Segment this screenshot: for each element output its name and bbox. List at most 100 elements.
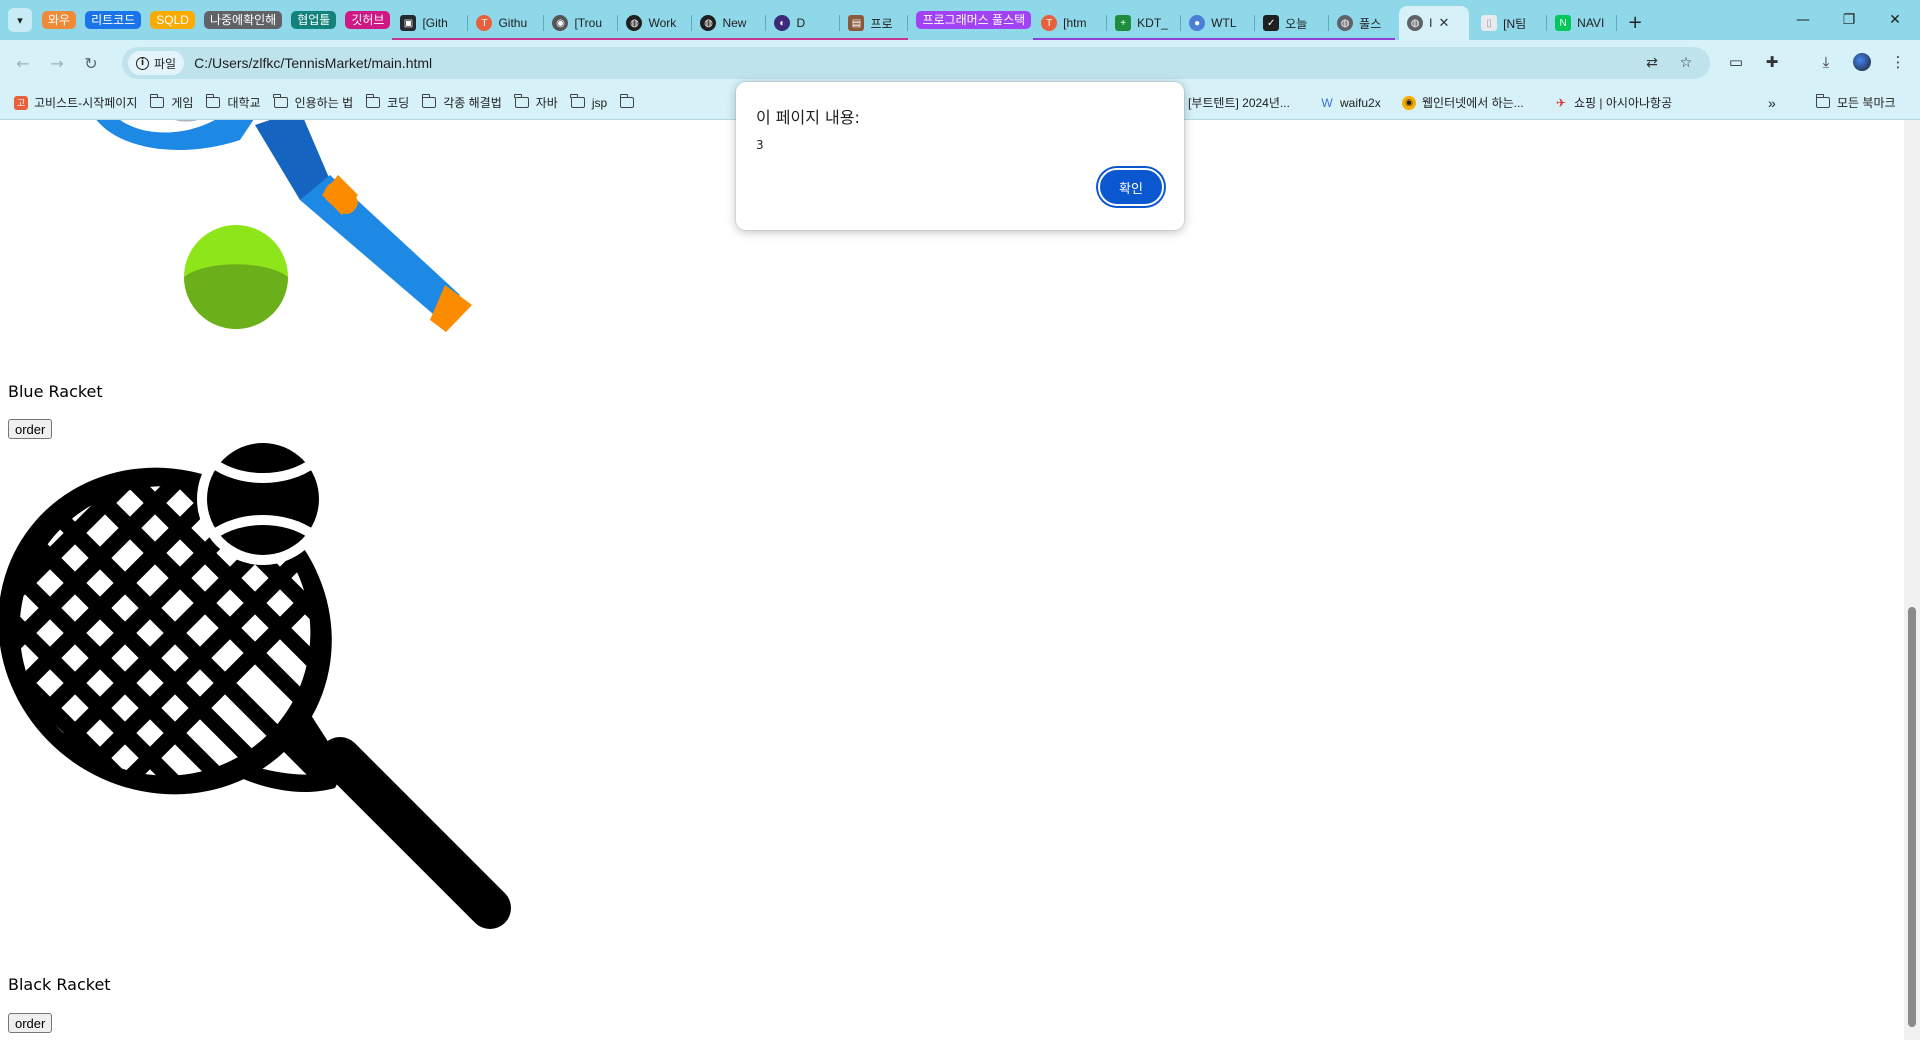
bookmark-label: waifu2x bbox=[1340, 95, 1381, 110]
folder-icon bbox=[421, 94, 437, 108]
tab-item[interactable]: ▣ [Gith bbox=[392, 6, 469, 40]
restore-icon[interactable]: ❐ bbox=[1826, 0, 1872, 40]
tab-item[interactable]: ◐ D bbox=[766, 6, 841, 40]
tab-group-programmers[interactable]: 프로그래머스 풀스택 bbox=[916, 11, 1032, 29]
tab-label: I bbox=[1429, 16, 1433, 30]
all-bookmarks-folder[interactable]: 모든 북마크 bbox=[1812, 90, 1905, 116]
airplane-icon: ✈ bbox=[1555, 95, 1567, 110]
reload-icon[interactable]: ↻ bbox=[76, 48, 106, 78]
black-racket-image bbox=[0, 438, 511, 929]
tab-label: Githu bbox=[498, 16, 528, 30]
tab-favicon-icon: ● bbox=[1189, 15, 1206, 31]
tab-item[interactable]: ▤ 프로 bbox=[840, 6, 909, 40]
bookmark-label: 모든 북마크 bbox=[1837, 96, 1896, 110]
tab-group-leetcode[interactable]: 리트코드 bbox=[85, 11, 142, 29]
tab-item[interactable]: ◍ New bbox=[692, 6, 767, 40]
bookmark-item[interactable]: [부트텐트] 2024년... bbox=[1184, 90, 1299, 116]
bookmark-label: 고비스트-시작페이지 bbox=[34, 96, 138, 110]
bookmark-folder[interactable]: 게임 bbox=[146, 90, 202, 116]
tab-item[interactable]: ◍ Work bbox=[618, 6, 693, 40]
browser-toolbar: ← → ↻ i 파일 C:/Users/zlfkc/TennisMarket/m… bbox=[0, 40, 1920, 86]
tab-active[interactable]: ◍ I ✕ bbox=[1399, 6, 1470, 40]
tab-group-github[interactable]: 깃허브 bbox=[345, 11, 391, 29]
tab-label: 풀스 bbox=[1359, 16, 1382, 31]
bookmark-folder[interactable]: 각종 해결법 bbox=[418, 90, 511, 116]
profile-avatar[interactable] bbox=[1848, 48, 1876, 76]
menu-icon[interactable]: ⋮ bbox=[1884, 48, 1912, 76]
close-window-icon[interactable]: ✕ bbox=[1872, 0, 1918, 40]
tab-item[interactable]: ✓ 오늘 bbox=[1255, 6, 1330, 40]
product-name: Black Racket bbox=[8, 975, 111, 994]
folder-icon bbox=[570, 94, 585, 108]
bookmark-item[interactable]: ✈ 쇼핑 | 아시아나항공 bbox=[1550, 90, 1681, 116]
bookmark-folder[interactable]: 코딩 bbox=[362, 90, 418, 116]
tab-item[interactable]: T [htm bbox=[1033, 6, 1108, 40]
bookmark-favicon-icon: ◉ bbox=[1402, 95, 1416, 110]
extensions-icon[interactable]: ✚ bbox=[1758, 48, 1786, 76]
bookmark-label: 코딩 bbox=[387, 96, 410, 110]
tab-item[interactable]: ▯ [N팀 bbox=[1473, 6, 1548, 40]
minimize-icon[interactable]: — bbox=[1780, 0, 1826, 40]
tab-favicon-icon: ◐ bbox=[774, 15, 791, 31]
tab-item[interactable]: ◍ 풀스 bbox=[1329, 6, 1395, 40]
folder-icon bbox=[365, 94, 381, 108]
bookmark-label: [부트텐트] 2024년... bbox=[1188, 96, 1290, 110]
bookmark-folder[interactable]: 인용하는 법 bbox=[270, 90, 363, 116]
bookmark-label: 자바 bbox=[535, 96, 558, 110]
tab-group-collab[interactable]: 협업툴 bbox=[291, 11, 337, 29]
tab-label: 프로 bbox=[870, 16, 893, 31]
back-icon[interactable]: ← bbox=[8, 48, 38, 78]
alert-dialog: 이 페이지 내용: 3 확인 bbox=[736, 82, 1184, 230]
order-button[interactable]: order bbox=[8, 1013, 53, 1033]
alert-title: 이 페이지 내용: bbox=[756, 108, 860, 127]
bookmark-item[interactable]: ◉ 웹인터넷에서 하는... bbox=[1398, 90, 1533, 116]
forward-icon[interactable]: → bbox=[42, 48, 72, 78]
download-icon[interactable]: ⤓ bbox=[1812, 48, 1840, 76]
bookmark-item[interactable]: 고 고비스트-시작페이지 bbox=[10, 90, 146, 116]
folder-icon bbox=[1815, 94, 1830, 108]
bookmark-folder[interactable]: 대학교 bbox=[202, 90, 269, 116]
close-tab-icon[interactable]: ✕ bbox=[1439, 15, 1450, 31]
folder-icon bbox=[514, 94, 529, 108]
more-bookmarks-icon[interactable]: » bbox=[1764, 90, 1785, 116]
tab-item[interactable]: T Githu bbox=[468, 6, 545, 40]
tab-label: [N팀 bbox=[1503, 16, 1527, 31]
tab-label: [htm bbox=[1063, 16, 1087, 30]
tab-search-icon[interactable]: ▾ bbox=[8, 8, 32, 32]
cast-icon[interactable]: ▭ bbox=[1722, 48, 1750, 76]
new-tab-icon[interactable]: + bbox=[1621, 8, 1649, 36]
bookmark-label: jsp bbox=[591, 95, 608, 110]
bookmark-label: 웹인터넷에서 하는... bbox=[1422, 96, 1524, 110]
tab-favicon-icon: + bbox=[1115, 15, 1132, 31]
tab-favicon-icon: ▤ bbox=[848, 15, 865, 31]
tab-item[interactable]: + KDT_ bbox=[1107, 6, 1182, 40]
tab-group-wow[interactable]: 와우 bbox=[42, 11, 77, 29]
page-content: Blue Racket order Black Racket order bbox=[0, 120, 1904, 1040]
tab-group-later[interactable]: 나중에확인해 bbox=[203, 11, 283, 29]
tab-label: NAVI bbox=[1577, 16, 1605, 30]
bookmark-folder[interactable]: jsp bbox=[567, 90, 616, 116]
globe-icon: ◍ bbox=[1407, 15, 1424, 31]
order-button[interactable]: order bbox=[8, 419, 53, 439]
folder-icon bbox=[619, 94, 635, 108]
alert-ok-button[interactable]: 확인 bbox=[1098, 168, 1164, 206]
bookmark-star-icon[interactable]: ☆ bbox=[1676, 53, 1696, 73]
bookmark-item[interactable]: W waifu2x bbox=[1316, 90, 1390, 116]
folder-icon bbox=[273, 94, 288, 108]
scrollbar-thumb[interactable] bbox=[1908, 607, 1916, 1027]
tab-group-sqld[interactable]: SQLD bbox=[150, 11, 195, 29]
tab-item[interactable]: N NAVI bbox=[1547, 6, 1618, 40]
site-info-chip[interactable]: i 파일 bbox=[128, 51, 185, 75]
bookmark-folder[interactable]: 자바 bbox=[511, 90, 567, 116]
tab-item[interactable]: ● WTL bbox=[1181, 6, 1256, 40]
address-bar[interactable]: i 파일 C:/Users/zlfkc/TennisMarket/main.ht… bbox=[122, 47, 1710, 79]
folder-icon bbox=[149, 94, 165, 108]
bookmark-label: 게임 bbox=[171, 96, 194, 110]
tab-favicon-icon: ✓ bbox=[1263, 15, 1280, 31]
bookmark-folder[interactable] bbox=[616, 90, 650, 116]
tab-label: WTL bbox=[1211, 16, 1237, 30]
translate-icon[interactable]: ⇄ bbox=[1642, 53, 1662, 73]
url-text[interactable]: C:/Users/zlfkc/TennisMarket/main.html bbox=[194, 55, 432, 71]
tab-item[interactable]: ◉ [Trou bbox=[544, 6, 619, 40]
page-scrollbar[interactable] bbox=[1904, 120, 1920, 1040]
